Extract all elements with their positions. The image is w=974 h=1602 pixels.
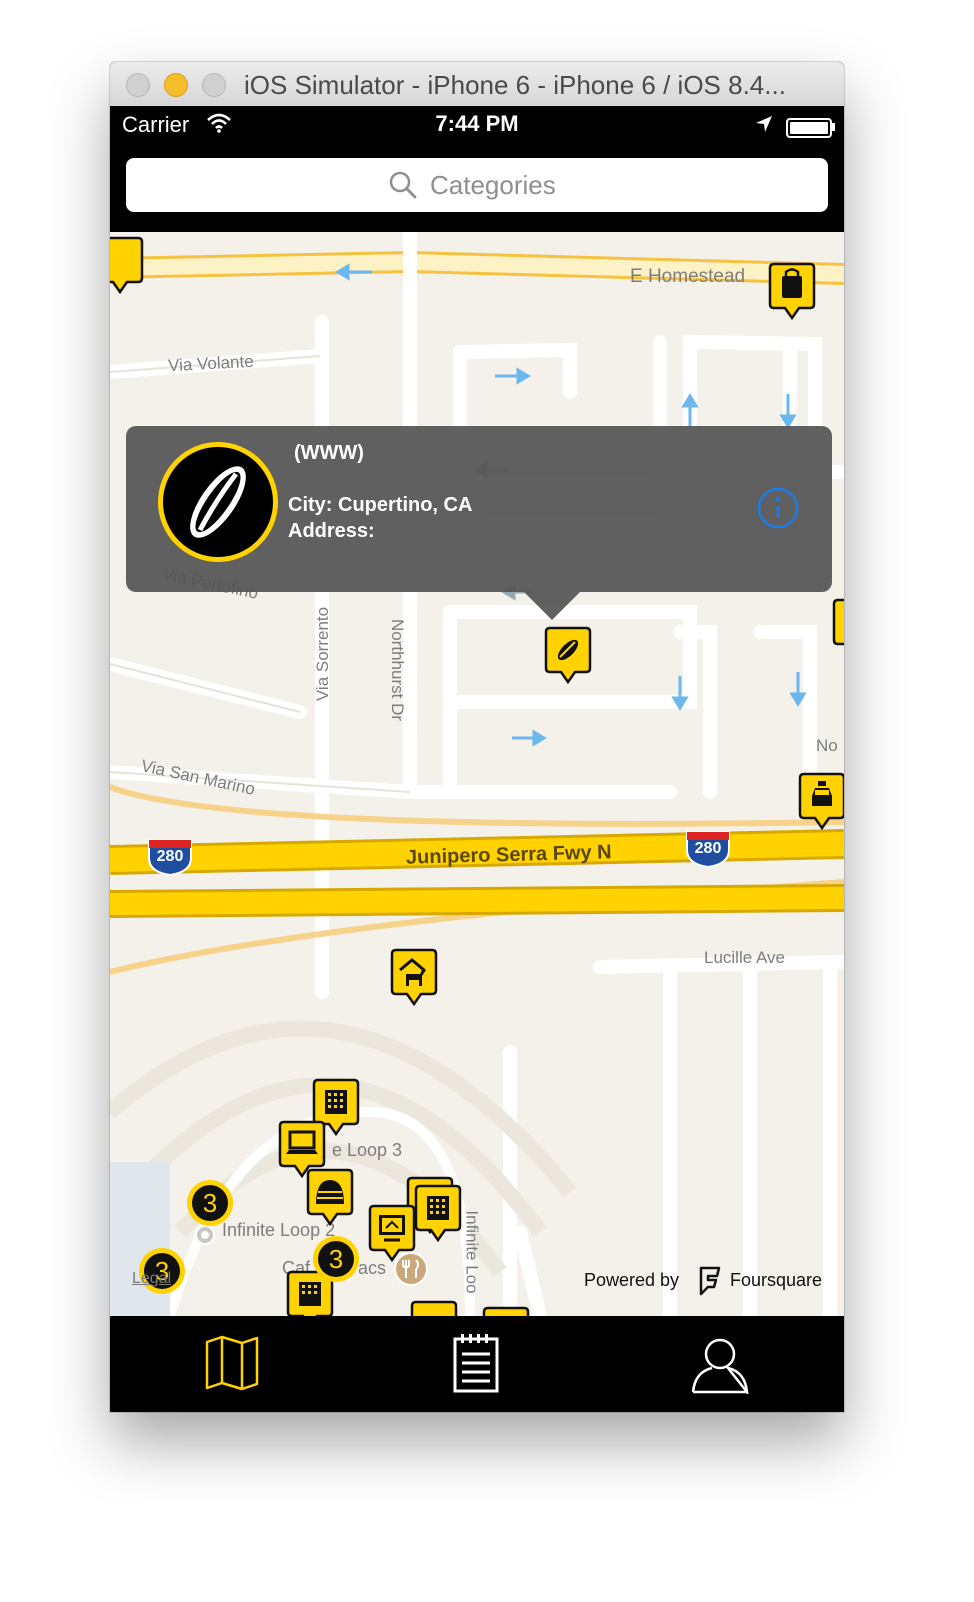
search-bar: Categories xyxy=(110,144,844,232)
cluster-count: 3 xyxy=(318,1241,354,1277)
interstate-shield: 280 xyxy=(146,836,194,877)
foursquare-brand-label: Foursquare xyxy=(730,1270,823,1290)
cluster-marker[interactable]: 3 xyxy=(313,1236,359,1282)
shop-pin-icon[interactable] xyxy=(110,236,144,294)
battery-tip xyxy=(832,123,835,131)
callout-tail xyxy=(524,592,580,620)
venue-title: (WWW) xyxy=(294,442,364,464)
tab-bar xyxy=(110,1316,844,1412)
coffee-pin-icon[interactable] xyxy=(544,626,592,684)
building-pin-icon[interactable] xyxy=(414,1184,462,1242)
profile-icon[interactable] xyxy=(690,1334,750,1394)
street-label-no-partial: No xyxy=(816,736,838,755)
partial-pin-icon[interactable] xyxy=(482,1306,530,1316)
zoom-window-button[interactable] xyxy=(202,73,226,97)
street-label-lucille-ave: Lucille Ave xyxy=(704,948,785,967)
venue-address: Address: xyxy=(288,520,375,542)
search-icon xyxy=(389,171,417,199)
cluster-count: 3 xyxy=(192,1185,228,1221)
list-icon[interactable] xyxy=(452,1332,500,1394)
shield-number: 280 xyxy=(156,848,184,865)
partial-pin-icon[interactable] xyxy=(832,598,844,656)
map-icon[interactable] xyxy=(204,1334,260,1392)
map-view[interactable]: E Homestead Via Volante Via Portofino Vi… xyxy=(110,232,844,1316)
status-time: 7:44 PM xyxy=(435,111,519,136)
window-titlebar: iOS Simulator - iPhone 6 - iPhone 6 / iO… xyxy=(110,62,844,107)
battery-icon xyxy=(786,118,832,138)
street-label-infinite-loop-vertical: Infinite Loo xyxy=(462,1210,482,1294)
partial-pin-icon[interactable] xyxy=(410,1300,458,1316)
categories-search-field[interactable]: Categories xyxy=(126,158,828,212)
info-icon[interactable] xyxy=(756,486,800,530)
street-label-via-sorrento: Via Sorrento xyxy=(313,606,333,702)
venue-callout[interactable]: (WWW) City: Cupertino, CA Address: xyxy=(126,426,832,592)
location-arrow-icon xyxy=(756,116,772,132)
close-window-button[interactable] xyxy=(126,73,150,97)
window-title: iOS Simulator - iPhone 6 - iPhone 6 / iO… xyxy=(244,70,786,100)
powered-by-label: Powered by xyxy=(584,1270,680,1290)
status-bar: Carrier 7:44 PM xyxy=(110,106,844,144)
street-label-infinite-loop-3: e Loop 3 xyxy=(332,1140,403,1160)
legal-link[interactable]: Legal xyxy=(132,1270,171,1288)
coffee-bean-logo-icon xyxy=(158,442,278,562)
venue-city: City: Cupertino, CA xyxy=(288,494,473,516)
minimize-window-button[interactable] xyxy=(164,73,188,97)
place-dot-icon xyxy=(195,1225,215,1245)
shopping-bag-pin-icon[interactable] xyxy=(768,262,816,320)
street-label-northhurst-dr: Northhurst Dr xyxy=(388,618,408,722)
foursquare-logo-icon xyxy=(699,1266,721,1296)
simulator-window: iOS Simulator - iPhone 6 - iPhone 6 / iO… xyxy=(110,62,844,1412)
interstate-shield: 280 xyxy=(684,828,732,869)
taxi-pin-icon[interactable] xyxy=(798,772,844,830)
shield-number: 280 xyxy=(694,840,722,857)
search-placeholder: Categories xyxy=(430,170,556,200)
goat-pin-icon[interactable] xyxy=(390,948,438,1006)
cluster-marker[interactable]: 3 xyxy=(187,1180,233,1226)
street-label-e-homestead: E Homestead xyxy=(630,266,746,287)
dome-pin-icon[interactable] xyxy=(306,1168,354,1226)
restaurant-icon[interactable] xyxy=(394,1252,428,1286)
